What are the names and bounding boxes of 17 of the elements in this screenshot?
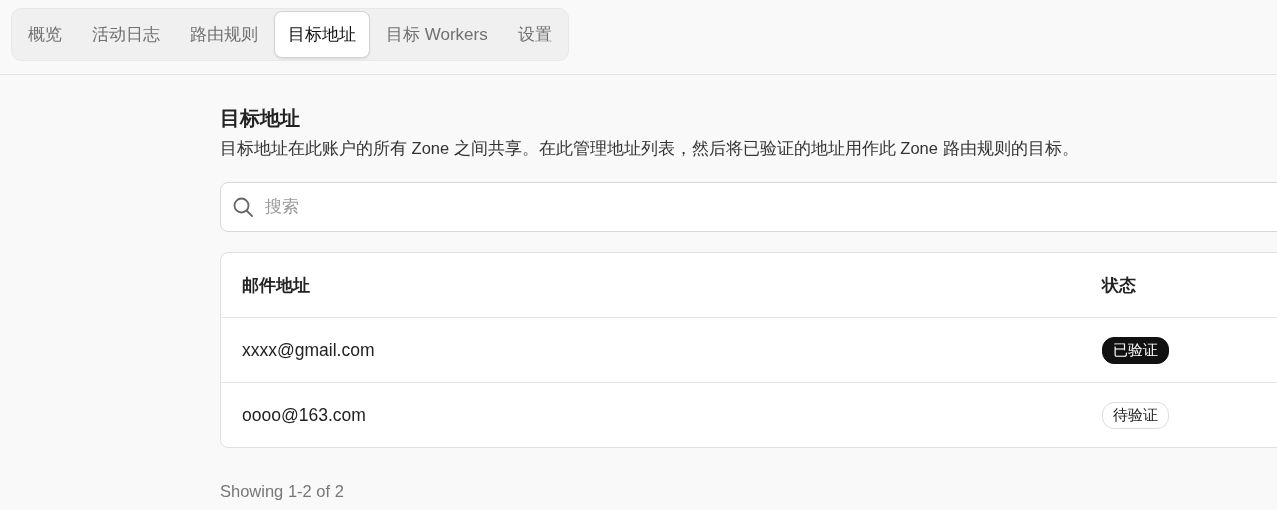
section-description: 目标地址在此账户的所有 Zone 之间共享。在此管理地址列表，然后将已验证的地址用作此 Zone 路由规则的目标。 (220, 138, 1080, 159)
status-badge: 已验证 (1102, 336, 1169, 364)
email-cell-text: oooo@163.com (242, 404, 367, 426)
tab[interactable]: 目标 Workers (372, 11, 502, 58)
status-badge: 待验证 (1102, 401, 1169, 429)
tab[interactable]: 活动日志 (78, 11, 174, 58)
search-icon (232, 196, 254, 218)
tab[interactable]: 路由规则 (176, 11, 272, 58)
search-field[interactable]: 搜索 (220, 182, 1277, 232)
column-header: 状态 (1102, 274, 1137, 297)
tab[interactable]: 概览 (14, 11, 76, 58)
tab[interactable]: 目标地址 (274, 11, 370, 58)
tab[interactable]: 设置 (503, 11, 566, 58)
pagination-summary: Showing 1-2 of 2 (220, 482, 345, 501)
column-header: 邮件地址 (242, 274, 311, 297)
section-title: 目标地址 (220, 106, 301, 131)
email-cell-text: xxxx@gmail.com (242, 339, 376, 361)
